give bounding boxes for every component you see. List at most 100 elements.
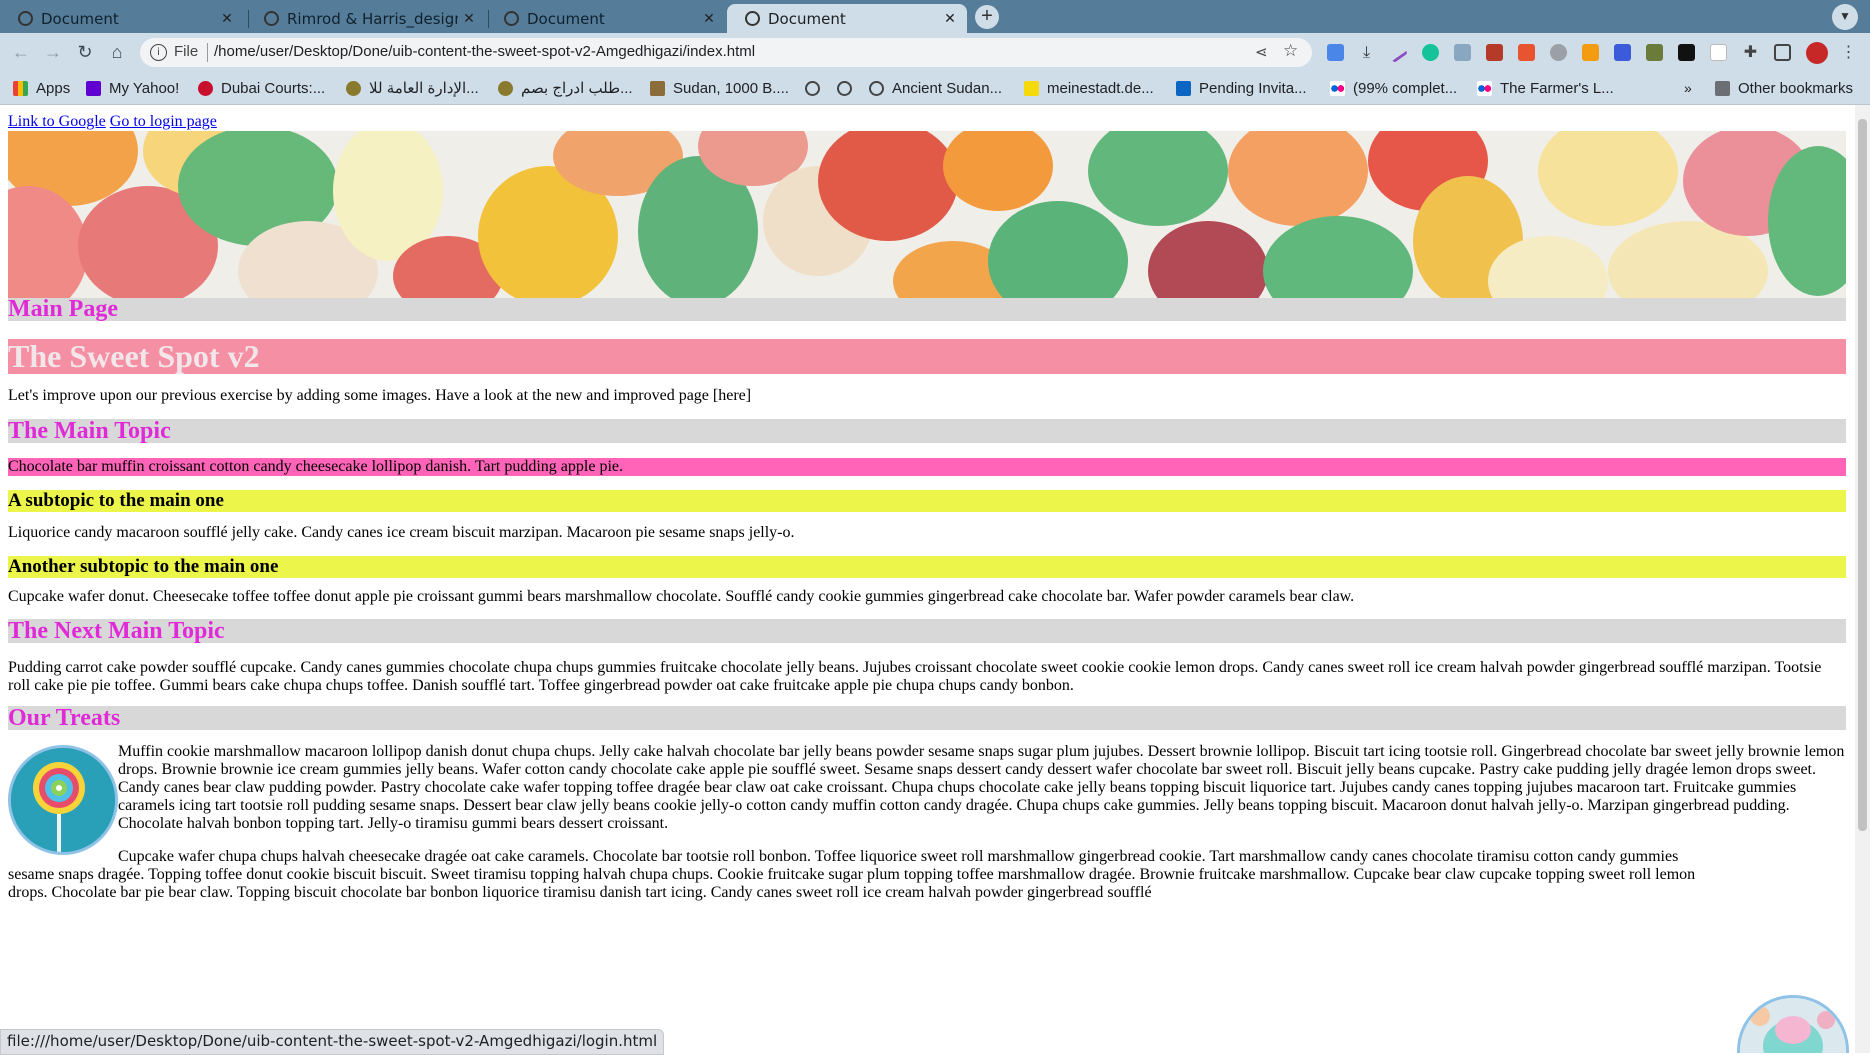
tab-strip: Document ✕ Rimrod & Harris_design s ✕ Do… — [0, 0, 1870, 33]
subtopic-2-heading: Another subtopic to the main one — [8, 556, 1846, 578]
yahoo-icon — [86, 80, 101, 96]
status-bar-url: file:///home/user/Desktop/Done/uib-conte… — [0, 1029, 665, 1055]
bookmark-label: (99% complet... — [1353, 79, 1458, 97]
cupcake-graphic — [1740, 998, 1846, 1053]
bookmark-label: Sudan, 1000 B.... — [673, 79, 789, 97]
pen-extension-icon[interactable] — [1388, 45, 1409, 64]
s-extension-icon[interactable] — [1678, 44, 1695, 61]
globe-icon — [264, 11, 279, 26]
url-text[interactable]: /home/user/Desktop/Done/uib-content-the-… — [214, 43, 755, 60]
login-page-link[interactable]: Go to login page — [110, 113, 217, 130]
close-icon[interactable]: ✕ — [458, 11, 480, 27]
other-bookmarks[interactable]: Other bookmarks — [1715, 72, 1853, 104]
profile-avatar[interactable] — [1806, 42, 1828, 64]
b-extension-icon[interactable] — [1710, 44, 1727, 61]
home-icon: ⌂ — [111, 42, 123, 62]
intro-paragraph: Let's improve upon our previous exercise… — [8, 387, 752, 404]
tab-label: Document — [41, 9, 119, 28]
tab-label: Rimrod & Harris_design s — [287, 9, 458, 28]
bookmark-ancient-sudan[interactable]: Ancient Sudan... — [869, 72, 1002, 104]
bookmark-my-yahoo[interactable]: My Yahoo! — [86, 72, 179, 104]
share-icon[interactable]: ⋖ — [1255, 43, 1268, 61]
candy-banner-graphic — [8, 131, 1846, 298]
subtopic-2-paragraph: Cupcake wafer donut. Cheesecake toffee t… — [8, 588, 1355, 605]
tab-label: Document — [527, 9, 605, 28]
bookmark-label: meinestadt.de... — [1047, 79, 1154, 97]
treats-paragraph-1: Muffin cookie marshmallow macaroon lolli… — [118, 743, 1845, 832]
meinestadt-icon — [1024, 80, 1039, 96]
tab-document-active[interactable]: Document ✕ — [727, 4, 967, 33]
bookmark-label: Pending Invita... — [1199, 79, 1307, 97]
eyedropper-extension-icon[interactable] — [1646, 44, 1663, 61]
bookmark-apps[interactable]: Apps — [13, 72, 70, 104]
bookmarks-overflow-button[interactable]: » — [1684, 72, 1692, 104]
bookmark-label: Ancient Sudan... — [892, 79, 1003, 97]
close-icon[interactable]: ✕ — [216, 11, 238, 27]
page-title: The Sweet Spot v2 — [8, 339, 1846, 374]
bookmark-meinestadt[interactable]: meinestadt.de... — [1024, 72, 1154, 104]
link-to-google[interactable]: Link to Google — [8, 113, 106, 130]
new-tab-button[interactable]: + — [975, 5, 999, 29]
thumbs-extension-icon[interactable] — [1454, 44, 1471, 61]
translate-extension-icon[interactable] — [1327, 44, 1344, 61]
lollipop-graphic — [11, 748, 115, 852]
bookmarks-bar: Apps My Yahoo! Dubai Courts:... الإدارة … — [0, 72, 1870, 105]
subtopic-1-paragraph: Liquorice candy macaroon soufflé jelly c… — [8, 524, 795, 541]
address-bar[interactable]: i File /home/user/Desktop/Done/uib-conte… — [140, 38, 1312, 67]
bookmark-99-complete[interactable]: (99% complet... — [1330, 72, 1457, 104]
tab-document-1[interactable]: Document ✕ — [0, 4, 244, 33]
puzzle-extensions-icon[interactable]: ✚ — [1742, 44, 1759, 61]
scrollbar-thumb[interactable] — [1858, 119, 1867, 831]
info-icon[interactable]: i — [150, 44, 167, 61]
next-topic-paragraph: Pudding carrot cake powder soufflé cupca… — [8, 659, 1822, 694]
folder-icon — [1715, 80, 1730, 96]
tab-search-button[interactable]: ▼ — [1832, 4, 1858, 30]
bookmark-globe-1[interactable] — [805, 72, 828, 104]
bookmark-star-icon[interactable]: ☆ — [1283, 41, 1298, 61]
wave-extension-icon[interactable] — [1614, 44, 1631, 61]
forward-button[interactable]: → — [38, 33, 68, 72]
linkedin-icon — [1176, 80, 1191, 96]
grammarly-icon[interactable] — [1422, 44, 1439, 61]
bookmark-label: طلب ادراج بصم... — [521, 80, 633, 97]
globe-icon — [869, 80, 884, 96]
tab-label: Document — [768, 9, 846, 28]
home-button[interactable]: ⌂ — [102, 33, 132, 72]
globe-icon — [18, 11, 33, 26]
arrow-left-icon: ← — [12, 42, 30, 62]
bookmark-label: My Yahoo! — [109, 79, 180, 97]
treats-paragraph-2: Cupcake wafer chupa chups halvah cheesec… — [8, 848, 1696, 901]
bookmark-arabic-1[interactable]: الإدارة العامة للا... — [346, 72, 479, 104]
bookmark-pending-invitations[interactable]: Pending Invita... — [1176, 72, 1307, 104]
bookmark-globe-2[interactable] — [837, 72, 860, 104]
dubai-courts-icon — [198, 80, 213, 96]
lollipop-image — [8, 745, 118, 855]
back-button[interactable]: ← — [6, 33, 36, 72]
page-scrollbar[interactable] — [1855, 105, 1870, 1053]
main-topic-heading: The Main Topic — [8, 419, 1846, 443]
main-page-heading: Main Page — [8, 297, 1846, 321]
bookmark-label: Dubai Courts:... — [221, 79, 326, 97]
address-divider — [207, 43, 208, 62]
bookmark-arabic-2[interactable]: طلب ادراج بصم... — [498, 72, 633, 104]
tab-document-2[interactable]: Document ✕ — [486, 4, 726, 33]
honey-extension-icon[interactable] — [1518, 44, 1535, 61]
settings-extension-icon[interactable] — [1550, 44, 1567, 61]
main-topic-paragraph: Chocolate bar muffin croissant cotton ca… — [8, 458, 1846, 476]
flickr-icon — [1330, 80, 1345, 96]
megaphone-extension-icon[interactable] — [1486, 44, 1503, 61]
bookmark-dubai-courts[interactable]: Dubai Courts:... — [198, 72, 325, 104]
tab-rimrod-harris[interactable]: Rimrod & Harris_design s ✕ — [246, 4, 486, 33]
amazon-extension-icon[interactable] — [1582, 44, 1599, 61]
download-icon[interactable]: ⤓ — [1358, 44, 1375, 61]
flickr-icon — [1477, 80, 1492, 96]
menu-kebab-icon[interactable]: ⋮ — [1840, 44, 1857, 61]
close-icon[interactable]: ✕ — [939, 11, 961, 27]
side-panel-icon[interactable] — [1774, 44, 1791, 61]
treats-heading: Our Treats — [8, 706, 1846, 730]
browser-toolbar: ← → ↻ ⌂ i File /home/user/Desktop/Done/u… — [0, 33, 1870, 72]
close-icon[interactable]: ✕ — [698, 11, 720, 27]
bookmark-farmers-l[interactable]: The Farmer's L... — [1477, 72, 1614, 104]
reload-button[interactable]: ↻ — [70, 33, 100, 72]
bookmark-sudan[interactable]: Sudan, 1000 B.... — [650, 72, 789, 104]
